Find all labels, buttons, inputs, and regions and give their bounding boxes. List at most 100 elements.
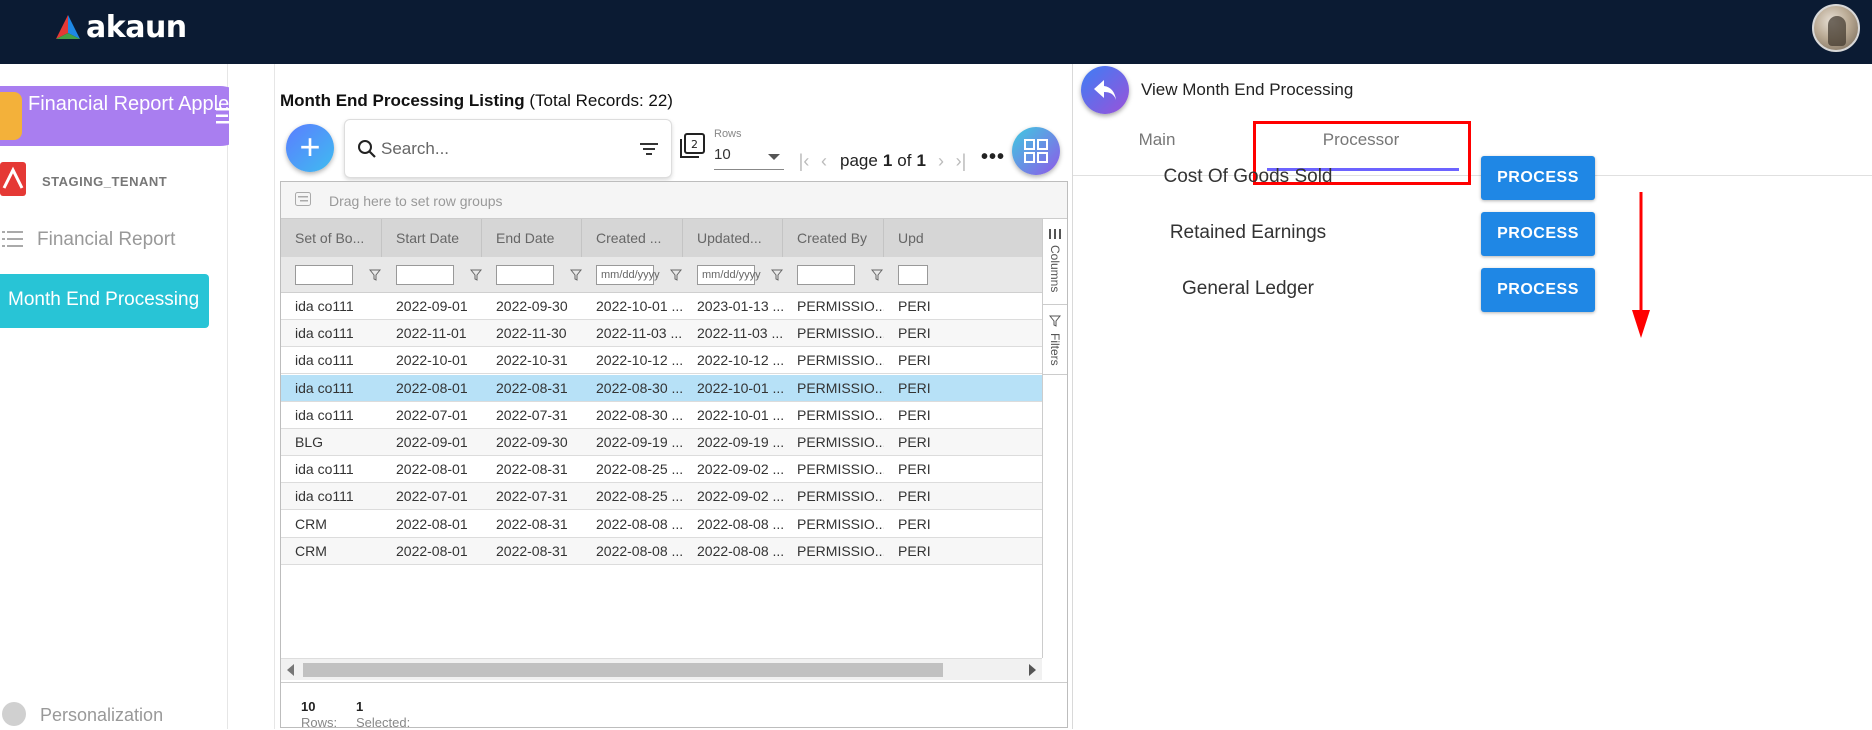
top-bar: akaun: [0, 0, 1872, 64]
cell-set-of-books: ida co111: [295, 406, 354, 423]
table-row[interactable]: ida co111 2022-07-01 2022-07-31 2022-08-25 …: [281, 483, 1042, 511]
cell-start-date: 2022-11-01: [396, 325, 467, 342]
sidebar-item-financial-report[interactable]: Financial Report: [0, 222, 228, 258]
scroll-left-icon[interactable]: [287, 664, 294, 676]
process-button-cost-of-goods-sold[interactable]: PROCESS: [1481, 156, 1595, 200]
prev-page-icon[interactable]: ‹: [814, 151, 834, 172]
filter-input-updated-by[interactable]: [898, 265, 928, 285]
filter-input-set-of-books[interactable]: [295, 265, 353, 285]
filter-input-end-date[interactable]: [496, 265, 554, 285]
funnel-icon[interactable]: [871, 269, 883, 281]
column-header-updated-date[interactable]: Updated...: [683, 219, 783, 257]
detail-title: View Month End Processing: [1141, 80, 1354, 99]
pagination: |‹ ‹ page 1 of 1 › ›|: [794, 150, 971, 172]
applet-icon: [0, 92, 22, 140]
process-row-general-ledger: General Ledger PROCESS: [1073, 268, 1872, 312]
cell-updated-date: 2022-11-03 ...: [697, 325, 783, 342]
cell-updated-date: 2022-10-01 ...: [697, 406, 783, 423]
cell-updated-date: 2022-08-08 ...: [697, 542, 783, 559]
first-page-icon[interactable]: |‹: [794, 151, 814, 172]
back-button[interactable]: [1081, 66, 1129, 114]
filter-input-updated-date[interactable]: mm/dd/yyyy: [697, 265, 761, 285]
column-header-start-date[interactable]: Start Date: [382, 219, 482, 257]
cell-updated-by: PERI: [898, 352, 931, 369]
grid-view-button[interactable]: [1012, 127, 1060, 175]
table-row[interactable]: CRM 2022-08-01 2022-08-31 2022-08-08 ... 202…: [281, 537, 1042, 565]
process-button-general-ledger[interactable]: PROCESS: [1481, 268, 1595, 312]
total-records: (Total Records: 22): [529, 91, 673, 110]
table-row[interactable]: ida co111 2022-08-01 2022-08-31 2022-08-30 …: [281, 374, 1042, 402]
grid-view-icon: [1024, 139, 1048, 163]
akaun-logo[interactable]: akaun: [52, 10, 187, 45]
search-input[interactable]: [381, 134, 621, 164]
cell-set-of-books: BLG: [295, 434, 324, 450]
filter-input-start-date[interactable]: [396, 265, 454, 285]
horizontal-scrollbar[interactable]: [281, 658, 1042, 680]
column-header-end-date[interactable]: End Date: [482, 219, 582, 257]
cell-end-date: 2022-08-31: [496, 515, 568, 532]
sidebar-item-personalization[interactable]: Personalization: [0, 702, 228, 730]
cell-created-date: 2022-11-03 ...: [596, 325, 683, 342]
filter-input-created-by[interactable]: [797, 265, 855, 285]
status-selected-label: Selected:: [356, 715, 411, 728]
user-avatar[interactable]: [1812, 4, 1860, 52]
logo-text: akaun: [86, 10, 187, 45]
cell-created-date: 2022-10-01 ...: [596, 298, 683, 314]
search-box: [344, 119, 672, 178]
filter-lines-icon[interactable]: [639, 140, 659, 158]
rows-per-page-value: 10: [714, 146, 731, 163]
table-row[interactable]: BLG 2022-09-01 2022-09-30 2022-09-19 ... 202…: [281, 429, 1042, 456]
rows-label: Rows: [714, 128, 742, 140]
columns-icon: [1049, 229, 1061, 239]
scroll-right-icon[interactable]: [1029, 664, 1036, 676]
duplicate-icon[interactable]: 2: [678, 132, 706, 160]
column-header-created-by[interactable]: Created By: [783, 219, 884, 257]
column-header-updated-by[interactable]: Upd: [884, 219, 1042, 257]
grid-header-row: Set of Bo... Start Date End Date Created…: [281, 219, 1042, 257]
cell-created-by: PERMISSIO...: [797, 434, 884, 450]
column-header-set-of-books[interactable]: Set of Bo...: [281, 219, 382, 257]
filters-tool-label: Filters: [1048, 333, 1062, 366]
next-page-icon[interactable]: ›: [931, 151, 951, 172]
filters-tool-tab[interactable]: Filters: [1043, 305, 1067, 375]
funnel-icon[interactable]: [369, 269, 381, 281]
user-circle-icon: [2, 702, 26, 726]
table-row[interactable]: ida co111 2022-08-01 2022-08-31 2022-08-25 …: [281, 456, 1042, 484]
tenant-item[interactable]: STAGING_TENANT: [0, 162, 228, 202]
status-rows-label: Rows:: [301, 715, 338, 728]
funnel-icon[interactable]: [670, 269, 682, 281]
scrollbar-thumb[interactable]: [303, 663, 943, 677]
table-row[interactable]: ida co111 2022-09-01 2022-09-30 2022-10-01 …: [281, 293, 1042, 320]
last-page-icon[interactable]: ›|: [951, 151, 971, 172]
process-row-retained-earnings: Retained Earnings PROCESS: [1073, 212, 1872, 256]
cell-created-by: PERMISSIO...: [797, 461, 884, 478]
tenant-label: STAGING_TENANT: [42, 174, 168, 189]
akaun-logo-icon: [56, 14, 80, 39]
cell-start-date: 2022-08-01: [396, 379, 468, 396]
cell-updated-date: 2022-08-08 ...: [697, 515, 783, 532]
rows-per-page-select[interactable]: 10: [714, 146, 784, 170]
cell-set-of-books: ida co111: [295, 488, 354, 505]
column-header-created-date[interactable]: Created ...: [582, 219, 683, 257]
funnel-icon[interactable]: [570, 269, 582, 281]
table-row[interactable]: ida co111 2022-10-01 2022-10-31 2022-10-12 …: [281, 347, 1042, 375]
cell-created-by: PERMISSIO...: [797, 515, 884, 532]
funnel-icon[interactable]: [470, 269, 482, 281]
process-button-retained-earnings[interactable]: PROCESS: [1481, 212, 1595, 256]
sidebar-item-month-end-processing[interactable]: Month End Processing: [0, 274, 209, 328]
cell-created-date: 2022-08-30 ...: [596, 406, 683, 423]
add-button[interactable]: +: [286, 124, 334, 172]
filter-input-created-date[interactable]: mm/dd/yyyy: [596, 265, 660, 285]
cell-created-date: 2022-09-19 ...: [596, 434, 683, 450]
table-row[interactable]: ida co111 2022-11-01 2022-11-30 2022-11-03 …: [281, 320, 1042, 348]
funnel-icon[interactable]: [771, 269, 783, 281]
cell-end-date: 2022-09-30: [496, 298, 568, 314]
table-row[interactable]: ida co111 2022-07-01 2022-07-31 2022-08-30 …: [281, 401, 1042, 429]
table-row[interactable]: CRM 2022-08-01 2022-08-31 2022-08-08 ... 202…: [281, 510, 1042, 538]
cell-start-date: 2022-10-01: [396, 352, 468, 369]
cell-start-date: 2022-09-01: [396, 434, 468, 450]
more-options-icon[interactable]: •••: [981, 146, 1005, 169]
columns-tool-tab[interactable]: Columns: [1043, 219, 1067, 305]
row-group-drop-zone[interactable]: Drag here to set row groups: [281, 182, 1067, 219]
listing-title: Month End Processing Listing (Total Reco…: [280, 91, 673, 111]
